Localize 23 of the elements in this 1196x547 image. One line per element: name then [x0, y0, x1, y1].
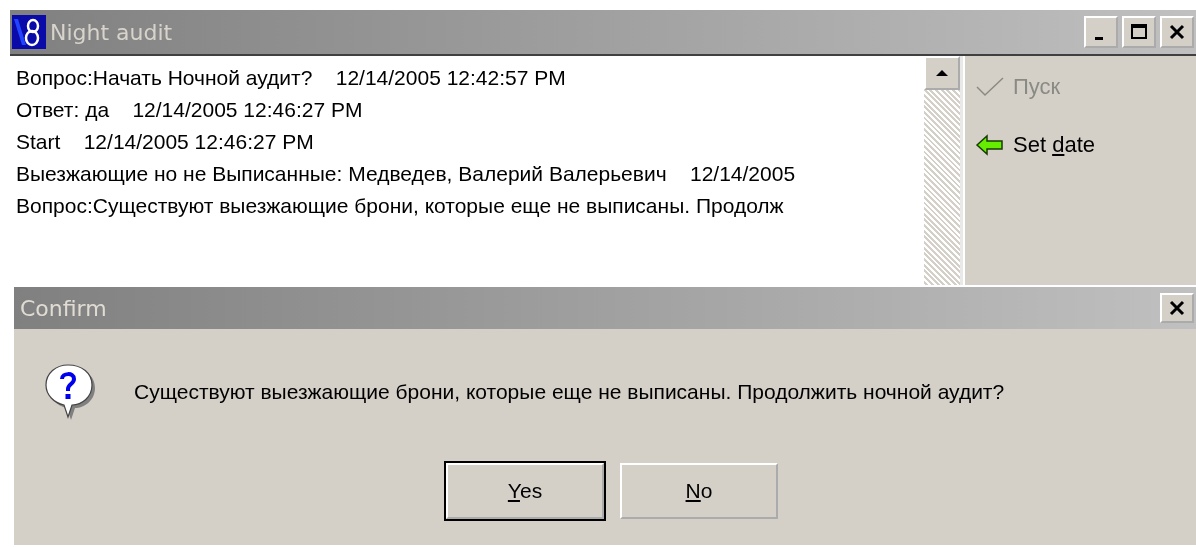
- log-line: Start 12/14/2005 12:46:27 PM: [16, 129, 315, 155]
- log-line: Ответ: да 12/14/2005 12:46:27 PM: [16, 97, 364, 123]
- dialog-message: Существуют выезжающие брони, которые еще не выписаны. Продолжить ночной аудит?: [134, 380, 1005, 404]
- window-title: Night audit: [50, 19, 174, 45]
- log-line: Выезжающие но не Выписанные: Медведев, Валерий Валерьевич 12/14/2005: [16, 161, 797, 187]
- app-logo-icon: [12, 15, 46, 49]
- close-button[interactable]: [1160, 293, 1194, 323]
- log-line: Вопрос:Начать Ночной аудит? 12/14/2005 12:42:57 PM: [16, 65, 567, 91]
- minimize-icon: [1094, 36, 1104, 40]
- log-line: Вопрос:Существуют выезжающие брони, которые еще не выписаны. Продолж: [16, 193, 785, 219]
- close-icon: [1167, 22, 1187, 42]
- dialog-button[interactable]: No: [620, 463, 778, 519]
- maximize-icon: [1129, 22, 1149, 42]
- dialog-title: Confirm: [20, 295, 107, 321]
- dialog-button[interactable]: Yes: [446, 463, 604, 519]
- action-button[interactable]: Set date: [975, 132, 1095, 158]
- checkmark-icon: [975, 75, 1005, 99]
- minimize-button[interactable]: [1084, 16, 1118, 48]
- left-arrow-icon: [975, 133, 1005, 157]
- close-icon: [1167, 298, 1187, 318]
- maximize-button[interactable]: [1122, 16, 1156, 48]
- scroll-up-button[interactable]: [924, 56, 960, 90]
- close-button[interactable]: [1160, 16, 1194, 48]
